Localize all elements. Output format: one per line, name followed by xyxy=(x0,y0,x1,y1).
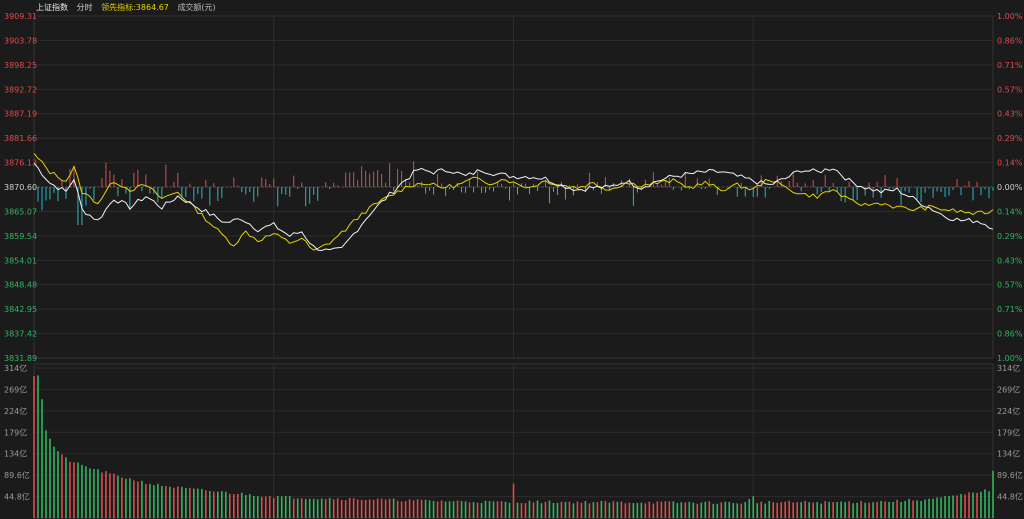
volume-tick-left: 224亿 xyxy=(4,406,27,416)
volume-tick-right: 134亿 xyxy=(997,449,1020,459)
y-tick-left: 3876.13 xyxy=(4,159,37,168)
volume-tick-right: 269亿 xyxy=(997,384,1020,394)
volume-tick-right: 179亿 xyxy=(997,427,1020,437)
volume-tick-right: 89.6亿 xyxy=(997,470,1023,480)
volume-tick-left: 44.8亿 xyxy=(4,492,30,502)
y-tick-right: 0.71% xyxy=(997,61,1023,70)
y-tick-left: 3848.48 xyxy=(4,281,37,290)
y-tick-left: 3870.60 xyxy=(4,183,37,192)
y-tick-right: 0.29% xyxy=(997,134,1023,143)
volume-tick-right: 44.8亿 xyxy=(997,492,1023,502)
y-tick-right: 0.29% xyxy=(997,232,1023,241)
y-tick-right: 0.57% xyxy=(997,281,1023,290)
y-tick-right: 0.14% xyxy=(997,159,1023,168)
y-tick-right: 0.86% xyxy=(997,36,1023,45)
volume-tick-left: 179亿 xyxy=(4,427,27,437)
volume-tick-right: 314亿 xyxy=(997,363,1020,373)
y-tick-right: 1.00% xyxy=(997,354,1023,363)
y-tick-left: 3859.54 xyxy=(4,232,37,241)
y-tick-left: 3865.07 xyxy=(4,207,37,216)
y-tick-right: 0.86% xyxy=(997,330,1023,339)
intraday-chart[interactable]: 3909.31 1.00% 3903.78 0.86% 3898.25 0.71% 3892… xyxy=(0,0,1024,519)
y-tick-right: 0.57% xyxy=(997,85,1023,94)
y-tick-left: 3837.42 xyxy=(4,330,37,339)
volume-tick-left: 269亿 xyxy=(4,384,27,394)
y-tick-right: 1.00% xyxy=(997,12,1023,21)
volume-tick-right: 224亿 xyxy=(997,406,1020,416)
y-tick-left: 3854.01 xyxy=(4,256,37,265)
y-tick-left: 3831.89 xyxy=(4,354,37,363)
volume-tick-left: 134亿 xyxy=(4,449,27,459)
volume-tick-left: 314亿 xyxy=(4,363,27,373)
y-tick-left: 3842.95 xyxy=(4,305,37,314)
y-tick-right: 0.43% xyxy=(997,110,1023,119)
y-tick-right: 0.00% xyxy=(997,183,1023,192)
y-tick-left: 3892.72 xyxy=(4,85,37,94)
volume-tick-left: 89.6亿 xyxy=(4,470,30,480)
y-tick-left: 3903.78 xyxy=(4,36,37,45)
y-tick-left: 3909.31 xyxy=(4,12,37,21)
y-tick-left: 3898.25 xyxy=(4,61,37,70)
y-tick-left: 3881.66 xyxy=(4,134,37,143)
y-tick-right: 0.14% xyxy=(997,207,1023,216)
y-tick-right: 0.71% xyxy=(997,305,1023,314)
y-tick-right: 0.43% xyxy=(997,256,1023,265)
y-tick-left: 3887.19 xyxy=(4,110,37,119)
